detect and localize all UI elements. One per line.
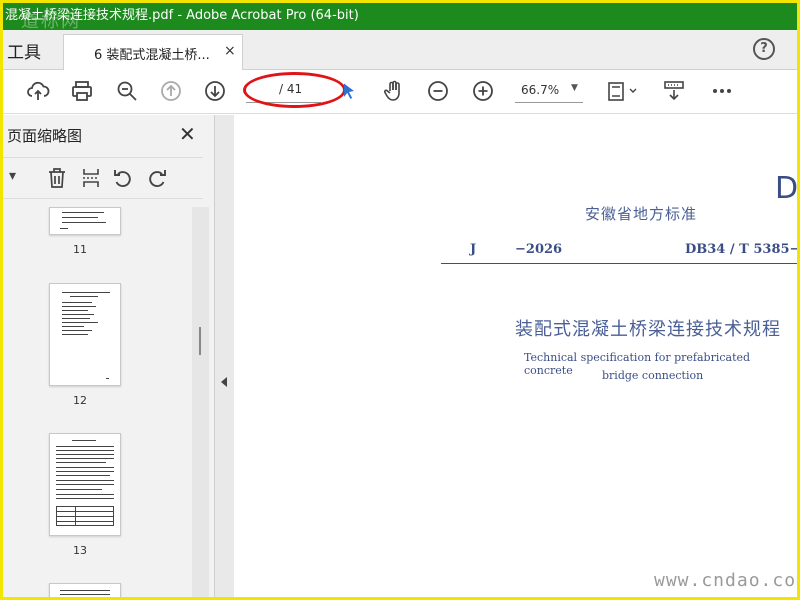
page-thumbnail[interactable] [49,433,121,536]
thumbnail-scrollbar[interactable] [192,207,209,597]
chevron-down-icon[interactable]: ▾ [9,168,16,184]
scroll-mode-icon[interactable] [660,78,688,104]
thumbnail-panel: 页面缩略图 ✕ ▾ 11 12 13 [3,115,215,597]
help-icon[interactable]: ? [753,38,775,60]
page-thumbnail[interactable] [49,207,121,235]
extract-icon[interactable] [79,166,103,190]
zoom-in-icon[interactable] [470,78,496,104]
zoom-select[interactable]: 66.7% ▼ [515,79,583,103]
tab-tools[interactable]: 工具 [7,38,41,63]
upload-icon[interactable] [25,78,51,104]
collapse-arrow-icon[interactable] [221,377,227,387]
logo-watermark: 道标网 [21,11,81,30]
fit-page-icon[interactable] [605,78,639,104]
more-icon[interactable] [709,78,735,104]
thumbnail-page-number: 11 [73,243,87,256]
tab-bar: 工具 6 装配式混凝土桥... × ? [3,30,797,70]
zoom-search-icon[interactable] [114,78,140,104]
document-title-cn: 装配式混凝土桥梁连接技术规程 [515,319,781,340]
delete-icon[interactable] [45,166,69,190]
close-icon[interactable]: ✕ [179,122,196,146]
main-toolbar: / 41 66.7% ▼ [3,70,797,114]
window-titlebar: 混凝土桥梁连接技术规程.pdf - Adobe Acrobat Pro (64-… [3,3,797,30]
rotate-cw-icon[interactable] [145,166,169,190]
hand-icon[interactable] [381,78,407,104]
panel-collapse-strip[interactable] [215,115,234,597]
annotation-oval [243,72,346,108]
scrollbar-grip[interactable] [199,327,201,355]
tab-document-label: 6 装配式混凝土桥... [94,48,210,63]
print-icon[interactable] [69,78,95,104]
tab-document[interactable]: 6 装配式混凝土桥... × [63,34,243,70]
screen-frame: 混凝土桥梁连接技术规程.pdf - Adobe Acrobat Pro (64-… [0,0,800,600]
thumbnail-page-number: 12 [73,394,87,407]
document-view[interactable]: D 安徽省地方标准 J −2026 DB34 / T 5385−20 装配式混凝… [234,115,800,597]
document-rule [441,263,797,264]
page-thumbnail[interactable] [49,583,121,597]
chevron-down-icon: ▼ [571,83,578,93]
panel-toolbar: ▾ [3,157,203,199]
cursor-arrow-icon[interactable] [339,78,359,104]
thumbnail-page-number: 13 [73,544,87,557]
document-j-label: J [470,242,477,257]
next-page-icon[interactable] [202,78,228,104]
zoom-value: 66.7% [521,83,560,97]
site-watermark: www.cndao.com [654,570,800,591]
page-thumbnail[interactable] [49,283,121,386]
document-subtitle: 安徽省地方标准 [585,205,698,223]
panel-title: 页面缩略图 [7,127,83,145]
prev-page-icon[interactable] [158,78,184,104]
document-title-en-line2: bridge connection [602,369,704,382]
document-prefix: D [775,171,799,206]
document-standard-number: DB34 / T 5385−20 [685,242,800,257]
zoom-out-icon[interactable] [425,78,451,104]
rotate-ccw-icon[interactable] [111,166,135,190]
document-year: −2026 [515,242,563,257]
close-icon[interactable]: × [224,43,236,59]
